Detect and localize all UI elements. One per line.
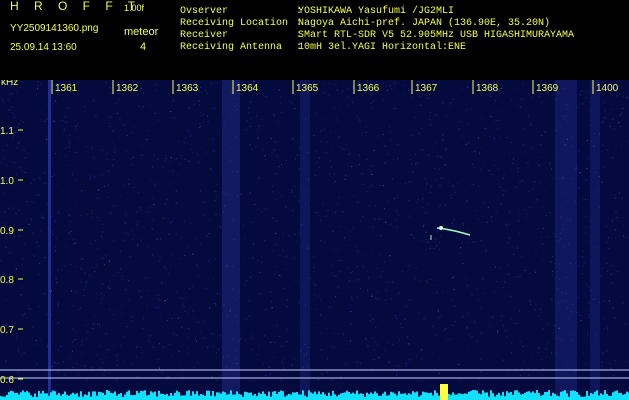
- antenna-value: 10mH 3el.YAGI Horizontal:ENE: [298, 42, 467, 53]
- x-tick-label: 1363: [176, 83, 199, 94]
- y-tick-label: 1.1: [0, 126, 14, 137]
- unit-label: kHz: [1, 80, 18, 88]
- x-tick-label: 1361: [55, 83, 78, 94]
- observer-key: Ovserver: [180, 6, 229, 17]
- spectrogram-image: 1361 1362 1363 1364 1365 1366 1367 1368 1369 1400…: [0, 80, 629, 400]
- x-tick-label: 1369: [536, 83, 559, 94]
- x-tick-label: 1364: [236, 83, 259, 94]
- signal-spike: [440, 384, 448, 400]
- receiver-row: Receiver : SMart RTL-SDR V5 52.905MHz US…: [180, 30, 575, 41]
- antenna-row: Receiving Antenna : 10mH 3el.YAGI Horizo…: [180, 42, 467, 53]
- observer-row: Ovserver : YOSHIKAWA Yasufumi /JG2MLI: [180, 6, 455, 17]
- y-tick-label: 1.0: [0, 176, 14, 187]
- app-version: 1.00f: [124, 3, 145, 13]
- meteor-label: meteor: [124, 26, 159, 38]
- header-panel: H R O F F T 1.00f YY2509141360.png meteo…: [0, 0, 629, 80]
- x-tick-label: 1366: [357, 83, 380, 94]
- receiver-value: SMart RTL-SDR V5 52.905MHz USB HIGASHIMU…: [298, 30, 575, 41]
- antenna-key: Receiving Antenna: [180, 42, 283, 53]
- receiver-key: Receiver: [180, 30, 229, 41]
- location-row: Receiving Location : Nagoya Aichi-pref. …: [180, 18, 551, 29]
- app-title: H R O F F T: [10, 0, 142, 13]
- y-tick-label: 0.8: [0, 275, 14, 286]
- spectrogram-background: [0, 80, 629, 400]
- x-tick-label: 1368: [476, 83, 499, 94]
- date-time: 25.09.14 13:60: [10, 42, 77, 53]
- x-tick-label: 1362: [116, 83, 139, 94]
- x-tick-label: 1365: [296, 83, 319, 94]
- y-tick-label: 0.9: [0, 226, 14, 237]
- meteor-head: [439, 226, 443, 230]
- file-name: YY2509141360.png: [10, 23, 99, 34]
- location-key: Receiving Location: [180, 18, 289, 29]
- y-tick-label: 0.6: [0, 375, 14, 386]
- y-tick-label: 0.7: [0, 325, 14, 336]
- x-tick-label: 1400: [596, 83, 619, 94]
- x-tick-label: 1367: [415, 83, 438, 94]
- spectrogram-panel: 1361 1362 1363 1364 1365 1366 1367 1368 1369 1400…: [0, 80, 629, 400]
- meteor-count: 4: [140, 41, 147, 53]
- observer-value: YOSHIKAWA Yasufumi /JG2MLI: [298, 6, 455, 17]
- location-value: Nagoya Aichi-pref. JAPAN (136.90E, 35.20…: [298, 18, 551, 29]
